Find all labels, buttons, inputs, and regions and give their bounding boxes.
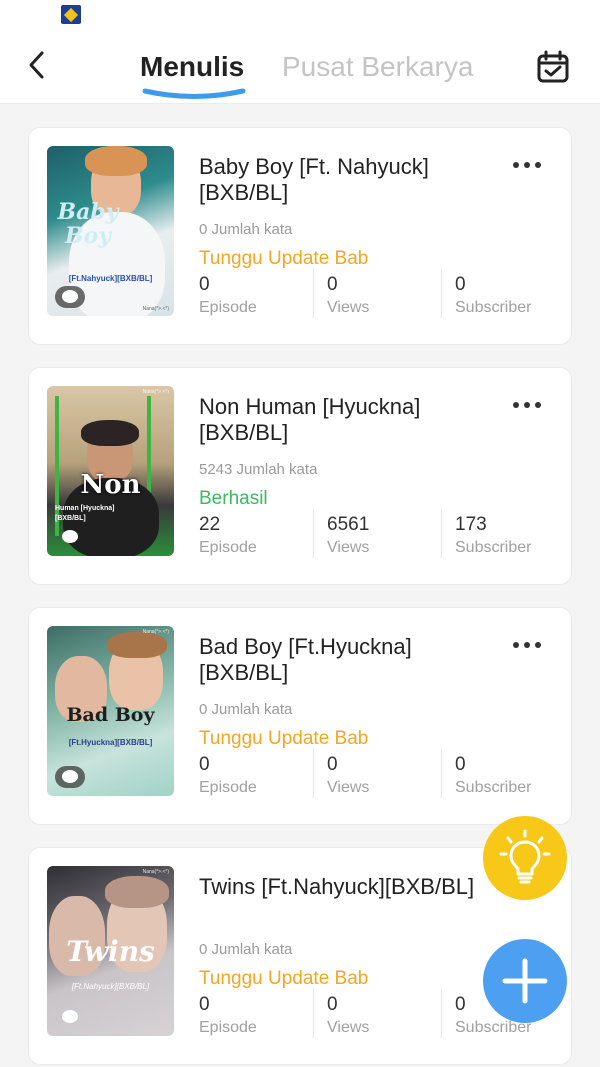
- stat-episode: 0 Episode: [199, 274, 257, 320]
- stat-divider: [313, 270, 314, 318]
- word-count: 5243 Jumlah kata: [199, 461, 318, 478]
- cover-subtitle: Human [Hyuckna][BXB/BL]: [55, 505, 115, 522]
- more-options-button[interactable]: [509, 154, 545, 174]
- word-count: 0 Jumlah kata: [199, 941, 293, 958]
- stat-value: 0: [455, 274, 466, 295]
- header: Menulis Pusat Berkarya: [0, 30, 600, 104]
- cover-watermark: Nana(*>.<*): [142, 389, 169, 395]
- cover-subtitle: [Ft.Hyuckna][BXB/BL]: [68, 738, 153, 747]
- stat-views: 0 Views: [327, 274, 369, 320]
- idea-button[interactable]: [483, 816, 567, 900]
- book-cover[interactable]: Baby Boy [Ft.Nahyuck][BXB/BL] Nana(*>.<*…: [47, 146, 174, 316]
- stat-views: 0 Views: [327, 994, 369, 1040]
- stat-value: 0: [199, 754, 210, 775]
- app-notification-icon: [61, 5, 81, 24]
- tab-menulis[interactable]: Menulis: [140, 50, 244, 84]
- cover-watermark: Nana(*>.<*): [142, 306, 169, 312]
- stat-label: Views: [327, 779, 370, 796]
- comment-bubble-icon[interactable]: [55, 526, 85, 548]
- cover-figure: [81, 420, 139, 446]
- book-cover[interactable]: Non Human [Hyuckna][BXB/BL] Nana(*>.<*): [47, 386, 174, 556]
- stat-divider: [441, 750, 442, 798]
- cover-watermark: Nana(*>.<*): [142, 629, 169, 635]
- stat-label: Episode: [199, 299, 257, 316]
- status-label: Tunggu Update Bab: [199, 248, 369, 269]
- book-title[interactable]: Bad Boy [Ft.Hyuckna][BXB/BL]: [199, 634, 499, 686]
- stat-episode: 0 Episode: [199, 994, 257, 1040]
- stat-label: Subscriber: [455, 539, 532, 556]
- cover-title: Bad Boy: [66, 704, 155, 726]
- status-label: Berhasil: [199, 488, 268, 509]
- book-title[interactable]: Twins [Ft.Nahyuck][BXB/BL]: [199, 874, 499, 900]
- stat-value: 0: [327, 754, 338, 775]
- comment-bubble-icon[interactable]: [55, 286, 85, 308]
- cover-subtitle: [Ft.Nahyuck][BXB/BL]: [71, 982, 150, 991]
- comment-bubble-icon[interactable]: [55, 766, 85, 788]
- cover-figure: [85, 146, 147, 176]
- stat-value: 0: [199, 994, 210, 1015]
- stat-divider: [313, 510, 314, 558]
- book-card[interactable]: Baby Boy [Ft.Nahyuck][BXB/BL] Nana(*>.<*…: [28, 127, 572, 345]
- plus-icon: [502, 958, 548, 1004]
- calendar-check-icon: [537, 50, 569, 83]
- stat-episode: 22 Episode: [199, 514, 257, 560]
- more-options-button[interactable]: [509, 634, 545, 654]
- stat-subscriber: 173 Subscriber: [455, 514, 531, 560]
- cover-figure: [107, 632, 167, 658]
- status-label: Tunggu Update Bab: [199, 728, 369, 749]
- stat-value: 6561: [327, 514, 370, 535]
- stat-value: 0: [455, 754, 466, 775]
- status-label: Tunggu Update Bab: [199, 968, 369, 989]
- stat-value: 22: [199, 514, 221, 535]
- cover-title: Non: [80, 470, 141, 500]
- word-count: 0 Jumlah kata: [199, 221, 293, 238]
- active-tab-indicator: [142, 88, 246, 99]
- comment-bubble-icon[interactable]: [55, 1006, 85, 1028]
- stat-subscriber: 0 Subscriber: [455, 754, 531, 800]
- stat-label: Episode: [199, 539, 257, 556]
- stat-views: 6561 Views: [327, 514, 369, 560]
- back-button[interactable]: [22, 48, 56, 82]
- cover-title: Baby Boy: [57, 199, 119, 249]
- more-options-button[interactable]: [509, 394, 545, 414]
- stat-label: Views: [327, 1019, 370, 1036]
- stat-views: 0 Views: [327, 754, 369, 800]
- stat-divider: [441, 510, 442, 558]
- stat-divider: [441, 990, 442, 1038]
- stat-subscriber: 0 Subscriber: [455, 274, 531, 320]
- stat-value: 173: [455, 514, 487, 535]
- calendar-button[interactable]: [535, 49, 571, 85]
- stat-value: 0: [327, 994, 338, 1015]
- stat-label: Episode: [199, 779, 257, 796]
- stat-value: 0: [327, 274, 338, 295]
- book-card[interactable]: Non Human [Hyuckna][BXB/BL] Nana(*>.<*) …: [28, 367, 572, 585]
- tab-pusat-berkarya[interactable]: Pusat Berkarya: [282, 50, 473, 84]
- cover-subtitle: [Ft.Nahyuck][BXB/BL]: [68, 274, 153, 283]
- stat-label: Subscriber: [455, 299, 532, 316]
- lightbulb-icon: [499, 829, 551, 884]
- stat-label: Episode: [199, 1019, 257, 1036]
- stat-label: Views: [327, 539, 370, 556]
- cover-title: Twins: [66, 935, 155, 968]
- stat-label: Views: [327, 299, 370, 316]
- chevron-left-icon: [29, 51, 44, 79]
- stat-divider: [313, 990, 314, 1038]
- book-card[interactable]: Bad Boy [Ft.Hyuckna][BXB/BL] Nana(*>.<*)…: [28, 607, 572, 825]
- book-cover[interactable]: Bad Boy [Ft.Hyuckna][BXB/BL] Nana(*>.<*): [47, 626, 174, 796]
- book-cover[interactable]: Twins [Ft.Nahyuck][BXB/BL] Nana(*>.<*): [47, 866, 174, 1036]
- word-count: 0 Jumlah kata: [199, 701, 293, 718]
- cover-watermark: Nana(*>.<*): [142, 869, 169, 875]
- cover-figure: [105, 876, 169, 908]
- stat-divider: [313, 750, 314, 798]
- stat-divider: [441, 270, 442, 318]
- stat-label: Subscriber: [455, 779, 532, 796]
- book-title[interactable]: Baby Boy [Ft. Nahyuck][BXB/BL]: [199, 154, 499, 206]
- status-bar: [0, 0, 600, 30]
- stat-episode: 0 Episode: [199, 754, 257, 800]
- book-title[interactable]: Non Human [Hyuckna][BXB/BL]: [199, 394, 499, 446]
- add-book-button[interactable]: [483, 939, 567, 1023]
- stat-value: 0: [199, 274, 210, 295]
